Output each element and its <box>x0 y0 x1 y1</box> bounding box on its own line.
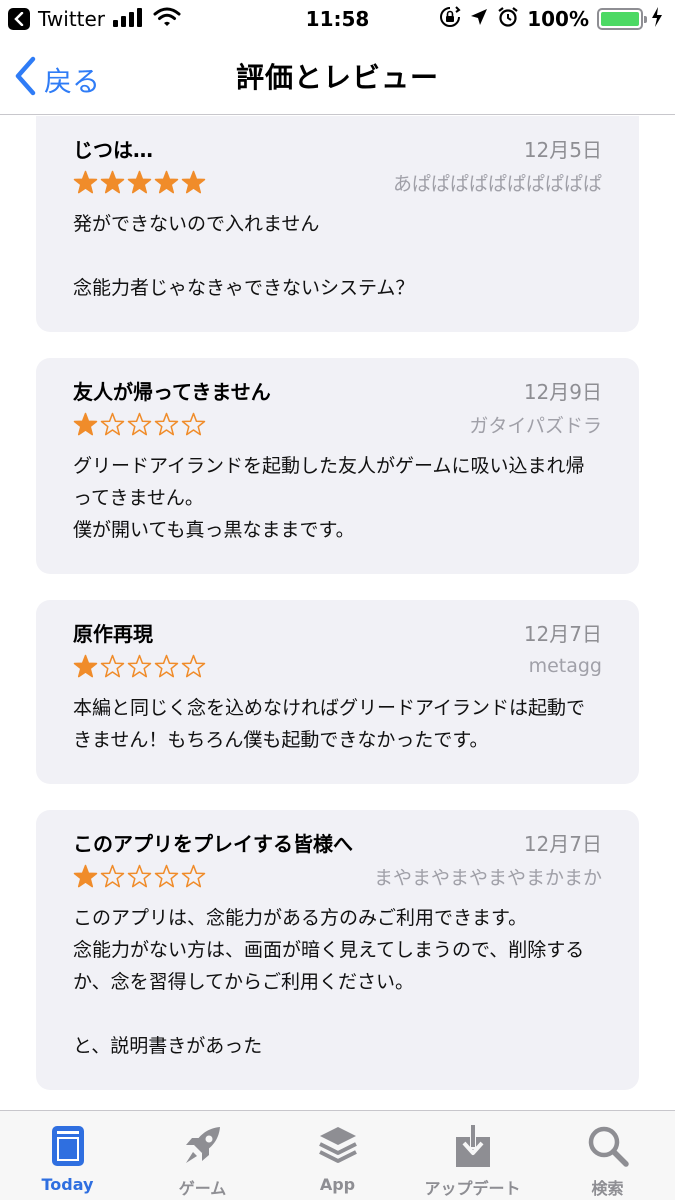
star-empty-icon <box>127 654 152 677</box>
star-filled-icon <box>73 170 98 193</box>
tab-apps[interactable]: App <box>278 1123 398 1194</box>
review-author: まやまやまやまやまかまか <box>373 866 602 889</box>
star-rating <box>73 170 206 195</box>
tab-today[interactable]: Today <box>8 1123 128 1194</box>
apps-stack-icon <box>315 1123 361 1169</box>
cellular-signal-icon <box>113 7 145 32</box>
review-card[interactable]: じつは… 12月5日 あぱぱぱぱぱぱぱぱぱぱ 発ができないので入れません 念能力… <box>36 116 639 332</box>
star-filled-icon <box>73 654 98 677</box>
tab-updates[interactable]: アップデート <box>413 1123 533 1199</box>
orientation-lock-icon <box>439 5 461 33</box>
review-date: 12月7日 <box>523 832 602 856</box>
review-title: 原作再現 <box>73 622 153 646</box>
reviews-list[interactable]: じつは… 12月5日 あぱぱぱぱぱぱぱぱぱぱ 発ができないので入れません 念能力… <box>0 116 675 1110</box>
tab-search[interactable]: 検索 <box>548 1123 668 1199</box>
navigation-bar: 戻る 評価とレビュー <box>0 38 675 115</box>
review-title: 友人が帰ってきません <box>73 380 271 404</box>
review-author: metagg <box>528 655 602 677</box>
status-bar: Twitter 11:58 100% <box>0 0 675 38</box>
review-body: このアプリは、念能力がある方のみご利用できます。 念能力がない方は、画面が暗く見… <box>73 907 585 1057</box>
wifi-icon <box>153 7 181 32</box>
back-button-label: 戻る <box>44 64 101 98</box>
tab-label: ゲーム <box>178 1179 227 1198</box>
battery-icon <box>597 8 647 30</box>
review-author: あぱぱぱぱぱぱぱぱぱぱ <box>392 172 602 195</box>
star-filled-icon <box>73 864 98 887</box>
review-title: じつは… <box>73 138 153 162</box>
tab-games[interactable]: ゲーム <box>143 1123 263 1199</box>
battery-level-fill <box>601 12 639 26</box>
star-empty-icon <box>181 412 206 435</box>
star-empty-icon <box>100 412 125 435</box>
star-filled-icon <box>100 170 125 193</box>
tab-label: アップデート <box>424 1179 521 1198</box>
review-card[interactable]: このアプリをプレイする皆様へ 12月7日 まやまやまやまやまかまか このアプリは… <box>36 810 639 1090</box>
status-bar-left: Twitter <box>8 7 181 32</box>
review-title: このアプリをプレイする皆様へ <box>73 832 353 856</box>
star-rating <box>73 654 206 679</box>
star-empty-icon <box>154 412 179 435</box>
review-card[interactable]: 原作再現 12月7日 metagg 本編と同じく念を込めなければグリードアイラン… <box>36 600 639 784</box>
back-button[interactable]: 戻る <box>14 56 100 103</box>
today-icon <box>45 1123 91 1169</box>
star-empty-icon <box>154 654 179 677</box>
tab-bar: Today ゲーム App アップデート 検索 <box>0 1110 675 1200</box>
review-body: 発ができないので入れません 念能力者じゃなきゃできないシステム？ <box>73 213 415 299</box>
star-filled-icon <box>154 170 179 193</box>
review-body: グリードアイランドを起動した友人がゲームに吸い込まれ帰ってきません。 僕が開いて… <box>73 455 585 541</box>
star-empty-icon <box>127 412 152 435</box>
review-author: ガタイパズドラ <box>469 414 602 437</box>
tab-label: 検索 <box>591 1179 624 1198</box>
rocket-icon <box>180 1123 226 1169</box>
star-empty-icon <box>181 654 206 677</box>
review-body: 本編と同じく念を込めなければグリードアイランドは起動できません！もちろん僕も起動… <box>73 697 586 751</box>
star-rating <box>73 412 206 437</box>
updates-download-icon <box>450 1123 496 1169</box>
charging-bolt-icon <box>651 6 663 32</box>
back-to-app-icon[interactable] <box>8 8 30 30</box>
location-arrow-icon <box>469 7 489 32</box>
star-empty-icon <box>100 654 125 677</box>
alarm-icon <box>497 6 519 33</box>
page-title: 評価とレビュー <box>235 61 439 94</box>
star-filled-icon <box>181 170 206 193</box>
tab-label: App <box>319 1175 356 1194</box>
star-empty-icon <box>100 864 125 887</box>
star-filled-icon <box>73 412 98 435</box>
star-empty-icon <box>154 864 179 887</box>
review-date: 12月7日 <box>523 622 602 646</box>
status-bar-right: 100% <box>439 5 663 33</box>
tab-label: Today <box>41 1175 94 1194</box>
back-to-app-label[interactable]: Twitter <box>38 7 105 31</box>
star-rating <box>73 864 206 889</box>
review-date: 12月9日 <box>523 380 602 404</box>
star-empty-icon <box>181 864 206 887</box>
search-icon <box>585 1123 631 1169</box>
review-card[interactable]: 友人が帰ってきません 12月9日 ガタイパズドラ グリードアイランドを起動した友… <box>36 358 639 574</box>
star-filled-icon <box>127 170 152 193</box>
chevron-left-icon <box>14 56 38 103</box>
review-date: 12月5日 <box>523 138 602 162</box>
star-empty-icon <box>127 864 152 887</box>
battery-percentage: 100% <box>527 7 589 31</box>
